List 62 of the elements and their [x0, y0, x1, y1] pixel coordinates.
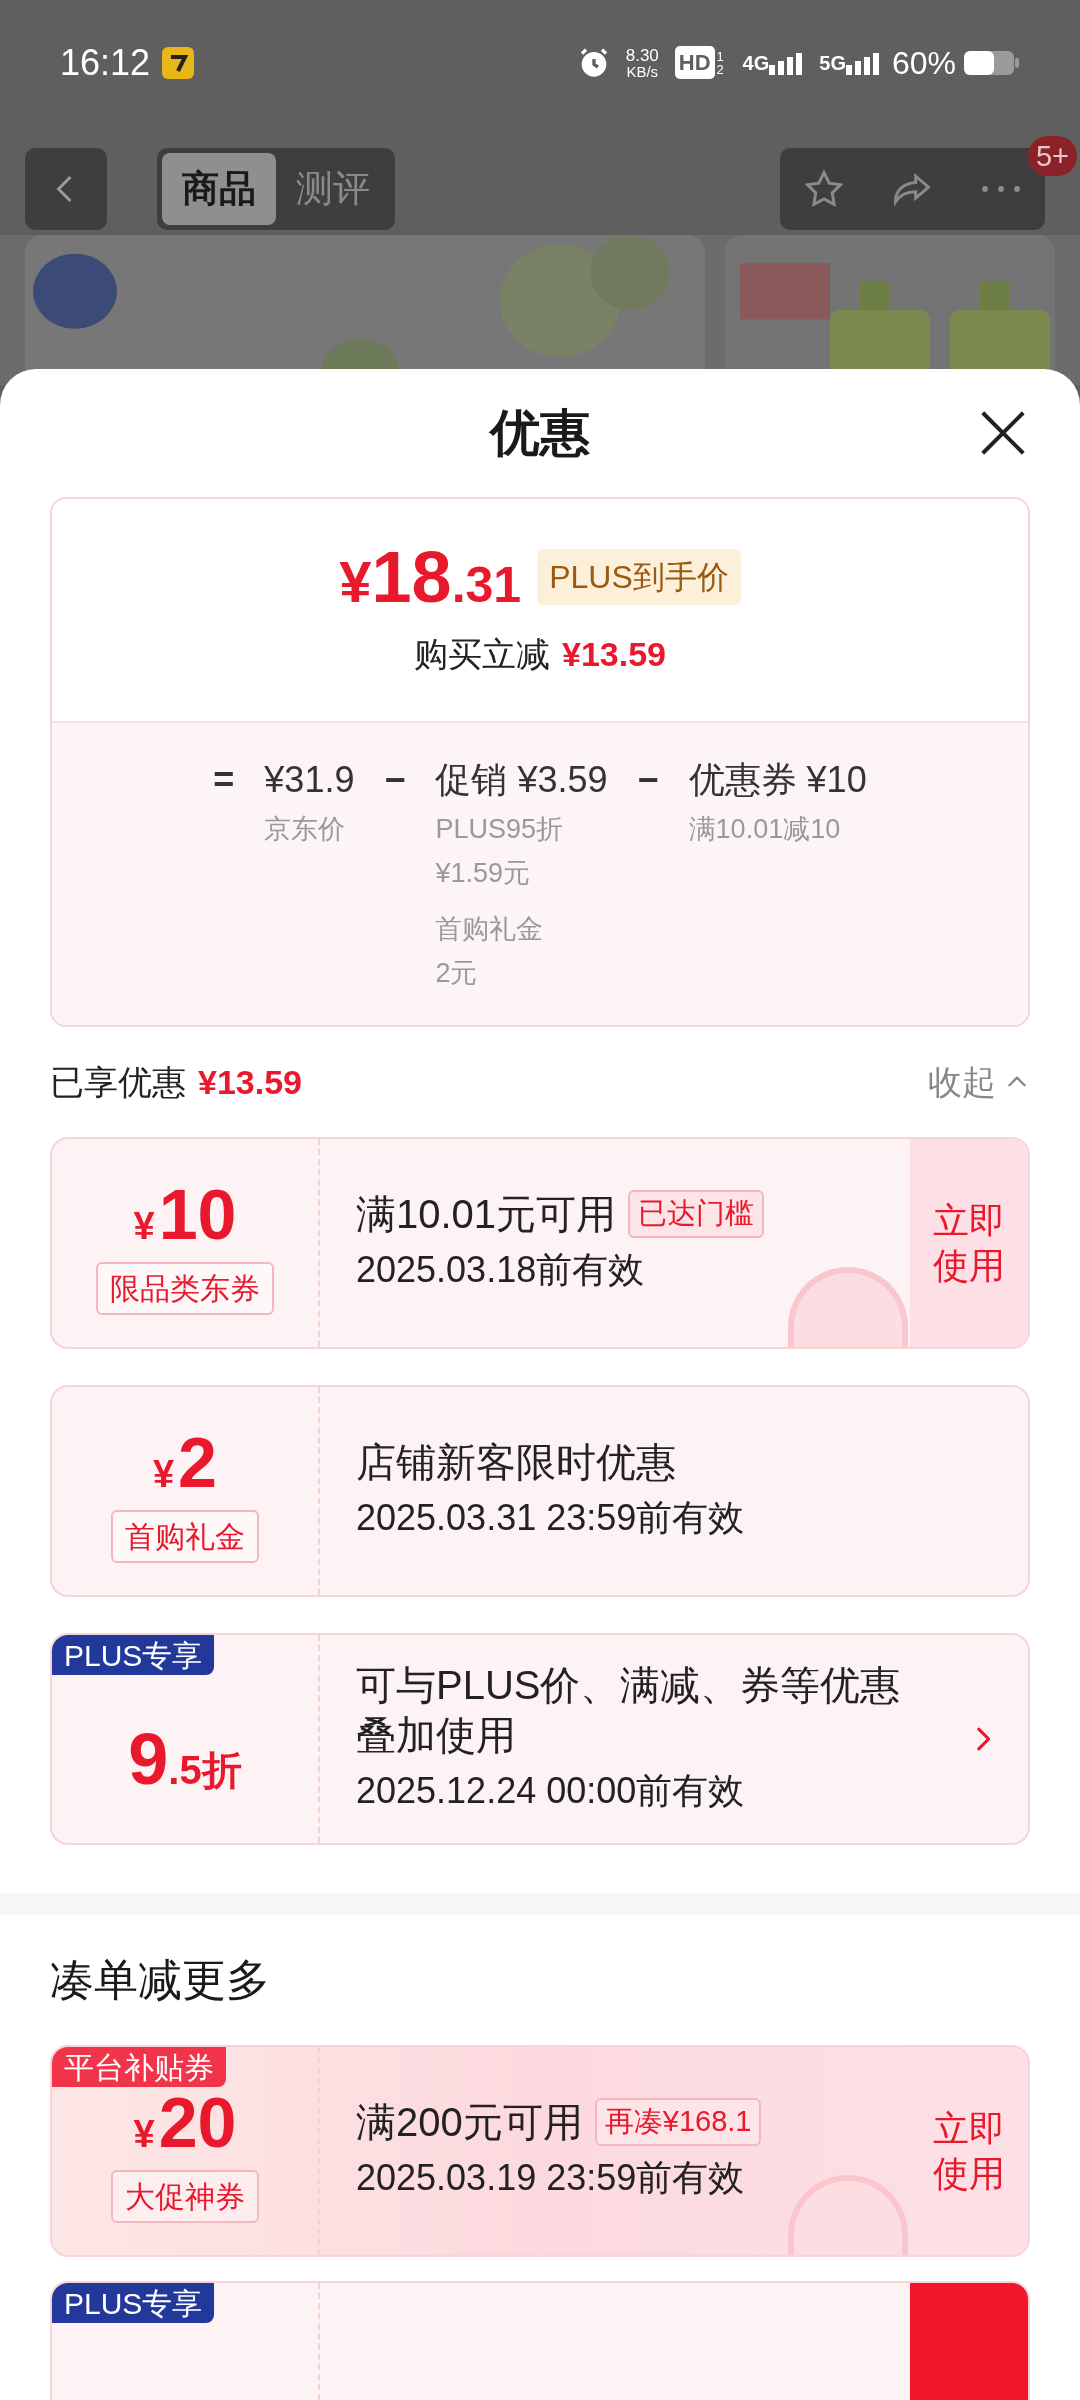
battery-percent: 60% [891, 43, 956, 83]
threshold-tag: 再凑¥168.1 [594, 2098, 762, 2146]
battery-icon [964, 48, 1020, 77]
coupon-amount: ¥10 [133, 1179, 237, 1250]
coupon-card[interactable]: PLUS专享 [50, 2281, 1030, 2400]
coupon-card[interactable]: ¥10 限品类东券 满10.01元可用 已达门槛 2025.03.18前有效 立即使用 [50, 1137, 1030, 1349]
use-now-button[interactable]: 立即使用 [910, 1139, 1028, 1347]
hd-indicator: HD [674, 46, 715, 79]
coupon-type-tag: 首购礼金 [111, 1509, 259, 1563]
operator-sign: − [637, 758, 659, 802]
network-speed: 8.30 [625, 46, 659, 64]
coupon-amount: ¥20 [133, 2087, 237, 2158]
plus-price-tag: PLUS到手价 [537, 548, 741, 605]
section-title: 凑单减更多 [50, 1954, 270, 2006]
tab[interactable]: 商品 [162, 153, 276, 225]
breakdown-note: ¥1.59元 [435, 857, 532, 890]
discount-value: 9.5折 [128, 1723, 242, 1795]
corner-label: PLUS专享 [52, 1635, 215, 1675]
operator-sign: − [384, 758, 406, 802]
coupon-card[interactable]: PLUS专享 9.5折 可与PLUS价、满减、券等优惠叠加使用 2025.12.24 00:00前有效 [50, 1633, 1030, 1845]
speed-unit: KB/s [626, 63, 659, 79]
app-icon [162, 46, 195, 79]
coupon-card[interactable]: 平台补贴券 ¥20 大促神券 满200元可用 再凑¥168.1 2025.03.19 23:59前有效 立即使用 [50, 2045, 1030, 2257]
corner-label: 平台补贴券 [52, 2047, 226, 2087]
breakdown-note: 满10.01减10 [688, 813, 842, 846]
operator-sign: = [213, 758, 235, 802]
validity-text: 2025.03.31 23:59前有效 [356, 1496, 746, 1540]
breakdown-note: 首购礼金 [435, 913, 545, 946]
signal-icon [769, 50, 804, 75]
breakdown-note: 京东价 [264, 813, 347, 846]
coupon-title: 满200元可用 [356, 2099, 583, 2146]
status-time: 16:12 [60, 40, 151, 85]
network-label: 5G [819, 50, 846, 76]
threshold-tag: 已达门槛 [628, 1190, 765, 1238]
coupon-type-tag: 大促神券 [111, 2169, 259, 2223]
breakdown-amount: ¥31.9 [264, 758, 355, 802]
breakdown-note: PLUS95折 [435, 813, 565, 846]
network-label: 4G [742, 50, 770, 76]
coupon-title: 可与PLUS价、满减、券等优惠叠加使用 [356, 1662, 902, 1759]
notification-badge: 5+ [1027, 136, 1077, 176]
validity-text: 2025.12.24 00:00前有效 [356, 1769, 746, 1813]
validity-text: 2025.03.19 23:59前有效 [356, 2156, 746, 2200]
corner-label: PLUS专享 [52, 2283, 215, 2323]
final-price: ¥18.31 [339, 540, 522, 613]
back-button[interactable] [25, 148, 107, 230]
breakdown-note: 2元 [435, 957, 479, 990]
hd-sub-label: 1 2 [716, 49, 725, 76]
collapse-toggle[interactable]: 收起 [928, 1056, 1030, 1108]
enjoyed-label: 已享优惠 [50, 1061, 186, 1103]
enjoyed-amount: ¥13.59 [198, 1061, 302, 1103]
coupon-title: 店铺新客限时优惠 [356, 1439, 676, 1486]
sheet-title: 优惠 [490, 403, 590, 463]
coupon-type-tag: 限品类东券 [96, 1261, 274, 1315]
breakdown-amount: 促销 ¥3.59 [435, 758, 608, 802]
discount-label: 购买立减 [414, 633, 550, 675]
coupon-amount: ¥2 [152, 1427, 218, 1498]
coupon-title: 满10.01元可用 [356, 1191, 617, 1238]
discount-amount: ¥13.59 [562, 633, 666, 675]
signal-icon [845, 50, 880, 75]
coupon-card[interactable]: ¥2 首购礼金 店铺新客限时优惠 2025.03.31 23:59前有效 [50, 1385, 1030, 1597]
validity-text: 2025.03.18前有效 [356, 1248, 646, 1292]
breakdown-amount: 优惠券 ¥10 [688, 758, 867, 802]
